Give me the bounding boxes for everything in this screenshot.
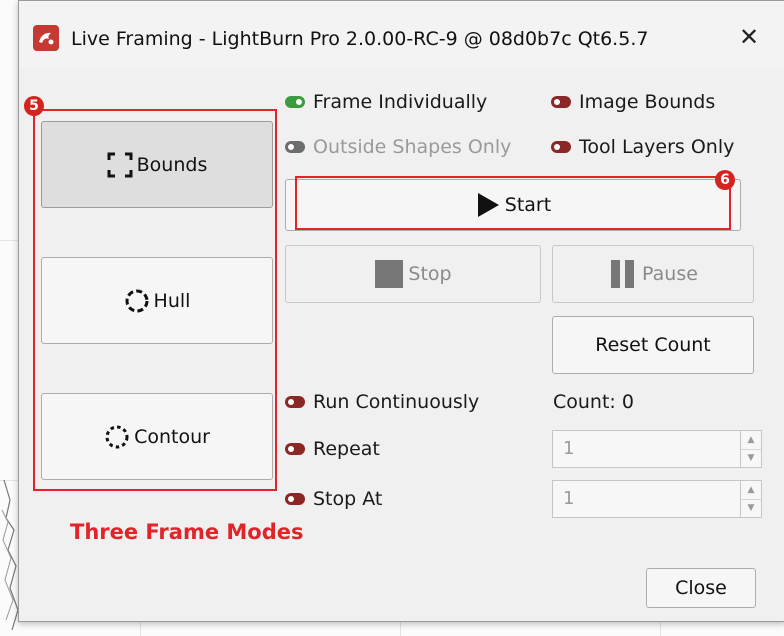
stop-at-spinbox[interactable]: 1 ▲ ▼ [552, 480, 762, 518]
spin-up-icon[interactable]: ▲ [740, 481, 761, 500]
repeat-spinbox[interactable]: 1 ▲ ▼ [552, 430, 762, 468]
count-label: Count: 0 [553, 391, 634, 413]
toggle-disabled-icon [285, 141, 305, 153]
start-highlight [295, 176, 731, 230]
toggle-off-icon [551, 141, 571, 153]
repeat-label: Repeat [313, 438, 380, 460]
title-bar: Live Framing - LightBurn Pro 2.0.00-RC-9… [19, 1, 784, 69]
stop-button[interactable]: Stop [285, 245, 541, 303]
image-bounds-toggle[interactable]: Image Bounds [551, 91, 715, 113]
toggle-off-icon [285, 443, 305, 455]
toggle-on-icon [285, 96, 305, 108]
stop-icon [374, 259, 404, 289]
toggle-off-icon [551, 96, 571, 108]
repeat-toggle[interactable]: Repeat [285, 438, 380, 460]
frame-individually-label: Frame Individually [313, 91, 488, 113]
stop-label: Stop [408, 263, 452, 285]
frame-individually-toggle[interactable]: Frame Individually [285, 91, 487, 113]
spin-down-icon[interactable]: ▼ [740, 499, 761, 517]
toggle-off-icon [285, 396, 305, 408]
step-badge-6: 6 [715, 170, 735, 190]
live-framing-dialog: Live Framing - LightBurn Pro 2.0.00-RC-9… [18, 0, 784, 622]
stop-at-label: Stop At [313, 488, 383, 510]
run-continuously-toggle[interactable]: Run Continuously [285, 391, 479, 413]
spin-up-icon[interactable]: ▲ [740, 431, 761, 450]
pause-button[interactable]: Pause [552, 245, 754, 303]
tool-layers-only-toggle[interactable]: Tool Layers Only [551, 136, 734, 158]
outside-shapes-only-label: Outside Shapes Only [313, 136, 512, 158]
frame-modes-caption: Three Frame Modes [70, 520, 304, 544]
image-bounds-label: Image Bounds [579, 91, 716, 113]
pause-icon [608, 259, 638, 289]
stop-at-toggle[interactable]: Stop At [285, 488, 382, 510]
close-button[interactable]: Close [646, 568, 756, 608]
window-title: Live Framing - LightBurn Pro 2.0.00-RC-9… [71, 28, 649, 50]
outside-shapes-only-toggle[interactable]: Outside Shapes Only [285, 136, 511, 158]
run-continuously-label: Run Continuously [313, 391, 480, 413]
reset-count-label: Reset Count [595, 334, 711, 356]
tool-layers-only-label: Tool Layers Only [579, 136, 735, 158]
step-badge-5: 5 [24, 96, 44, 116]
toggle-off-icon [285, 493, 305, 505]
stop-at-value: 1 [563, 488, 575, 509]
reset-count-button[interactable]: Reset Count [552, 316, 754, 374]
close-icon[interactable]: ✕ [735, 23, 763, 51]
frame-modes-highlight [33, 109, 277, 491]
close-label: Close [675, 577, 727, 599]
lightburn-app-icon [33, 25, 59, 51]
repeat-value: 1 [563, 438, 575, 459]
pause-label: Pause [642, 263, 698, 285]
spin-down-icon[interactable]: ▼ [740, 449, 761, 467]
